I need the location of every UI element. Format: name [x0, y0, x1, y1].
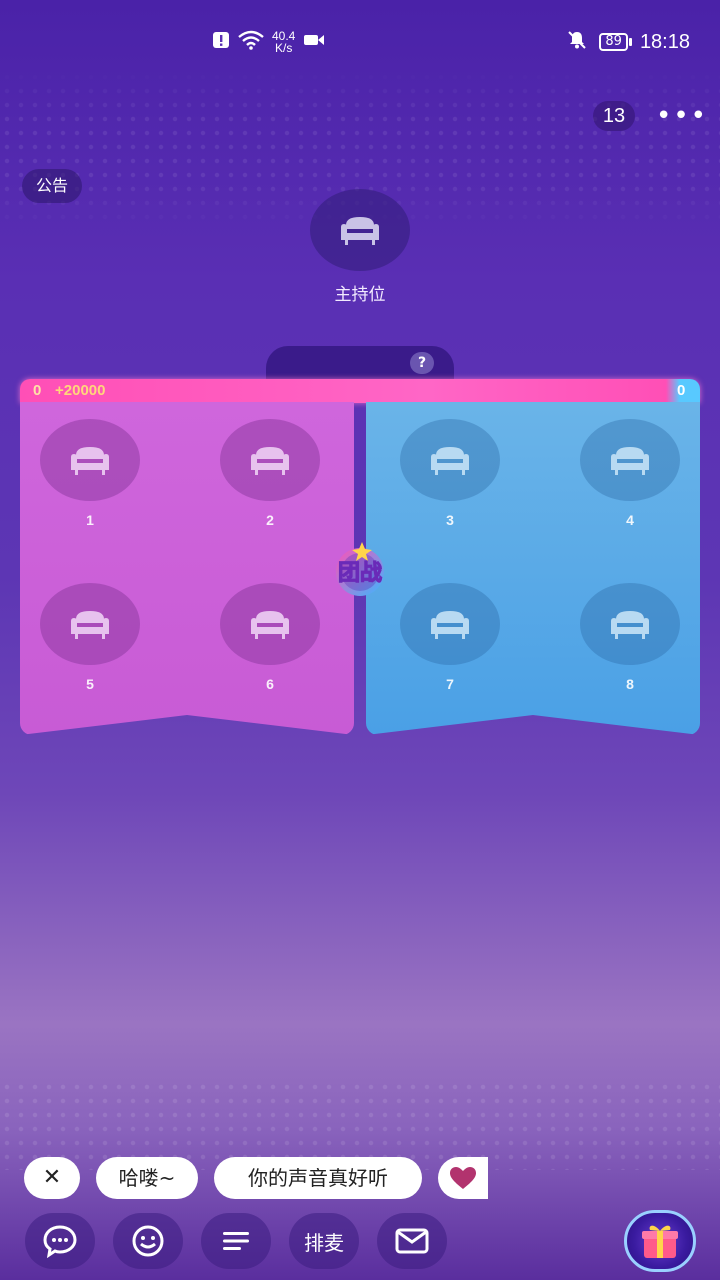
host-seat-label: 主持位 — [334, 285, 386, 305]
seat-number: 5 — [86, 676, 94, 692]
wifi-icon — [238, 30, 264, 54]
seat-number: 6 — [266, 676, 274, 692]
mail-icon — [395, 1228, 429, 1254]
status-bar: 40.4 K/s 89 18:18 — [0, 0, 720, 84]
menu-icon — [223, 1232, 249, 1250]
close-quick-phrases-button[interactable]: ✕ — [24, 1157, 80, 1199]
sofa-icon — [71, 611, 109, 639]
seat-number: 4 — [626, 512, 634, 528]
quick-phrase-chip[interactable]: 哈喽~ — [96, 1157, 198, 1199]
blue-team-panel: 3 4 7 8 — [366, 402, 700, 735]
team-battle-badge[interactable]: 团战 — [326, 540, 394, 604]
mic-seat-4[interactable] — [580, 419, 680, 501]
network-speed-unit: K/s — [275, 41, 293, 55]
menu-button[interactable] — [201, 1213, 271, 1269]
seat-number: 3 — [446, 512, 454, 528]
quick-phrase-heart-chip[interactable] — [438, 1157, 488, 1199]
mic-seat-7[interactable] — [400, 583, 500, 665]
score-bonus: +20000 — [55, 382, 106, 399]
queue-mic-button[interactable]: 排麦 — [289, 1213, 359, 1269]
alert-icon — [212, 31, 230, 53]
seat-number: 8 — [626, 676, 634, 692]
chat-button[interactable] — [25, 1213, 95, 1269]
heart-icon — [450, 1167, 476, 1189]
emoji-button[interactable] — [113, 1213, 183, 1269]
sofa-icon — [431, 447, 469, 475]
help-icon[interactable]: ? — [410, 352, 434, 374]
video-icon — [303, 32, 325, 52]
status-right: 89 18:18 — [567, 30, 690, 54]
red-team-score: 0 — [33, 382, 42, 399]
more-options-icon[interactable]: ••• — [656, 103, 708, 129]
sofa-icon — [341, 217, 379, 245]
clock: 18:18 — [639, 30, 690, 53]
mic-seat-5[interactable] — [40, 583, 140, 665]
mic-seat-2[interactable] — [220, 419, 320, 501]
chat-icon — [43, 1225, 77, 1258]
online-count-badge[interactable]: 13 — [593, 101, 635, 131]
mic-seat-1[interactable] — [40, 419, 140, 501]
battery-indicator: 89 — [599, 33, 632, 51]
status-left: 40.4 K/s — [212, 30, 325, 54]
gift-button[interactable] — [624, 1210, 696, 1272]
sofa-icon — [251, 447, 289, 475]
emoji-icon — [132, 1225, 164, 1257]
seat-number: 1 — [86, 512, 94, 528]
sofa-icon — [251, 611, 289, 639]
badge-text: 团战 — [338, 561, 382, 586]
sofa-icon — [71, 447, 109, 475]
mic-seat-8[interactable] — [580, 583, 680, 665]
sofa-icon — [611, 447, 649, 475]
sofa-icon — [431, 611, 469, 639]
blue-team-score: 0 — [677, 382, 686, 399]
seat-number: 7 — [446, 676, 454, 692]
host-seat[interactable] — [310, 189, 410, 271]
gift-icon — [642, 1225, 678, 1258]
mute-bell-icon — [567, 30, 587, 54]
notice-button[interactable]: 公告 — [22, 169, 83, 203]
sofa-icon — [611, 611, 649, 639]
quick-phrase-chip[interactable]: 你的声音真好听 — [214, 1157, 422, 1199]
seat-number: 2 — [266, 512, 274, 528]
battle-score-bar — [20, 379, 700, 403]
network-speed: 40.4 K/s — [272, 30, 295, 54]
messages-button[interactable] — [377, 1213, 447, 1269]
red-team-panel: 1 2 5 6 — [20, 402, 354, 735]
mic-seat-3[interactable] — [400, 419, 500, 501]
mic-seat-6[interactable] — [220, 583, 320, 665]
